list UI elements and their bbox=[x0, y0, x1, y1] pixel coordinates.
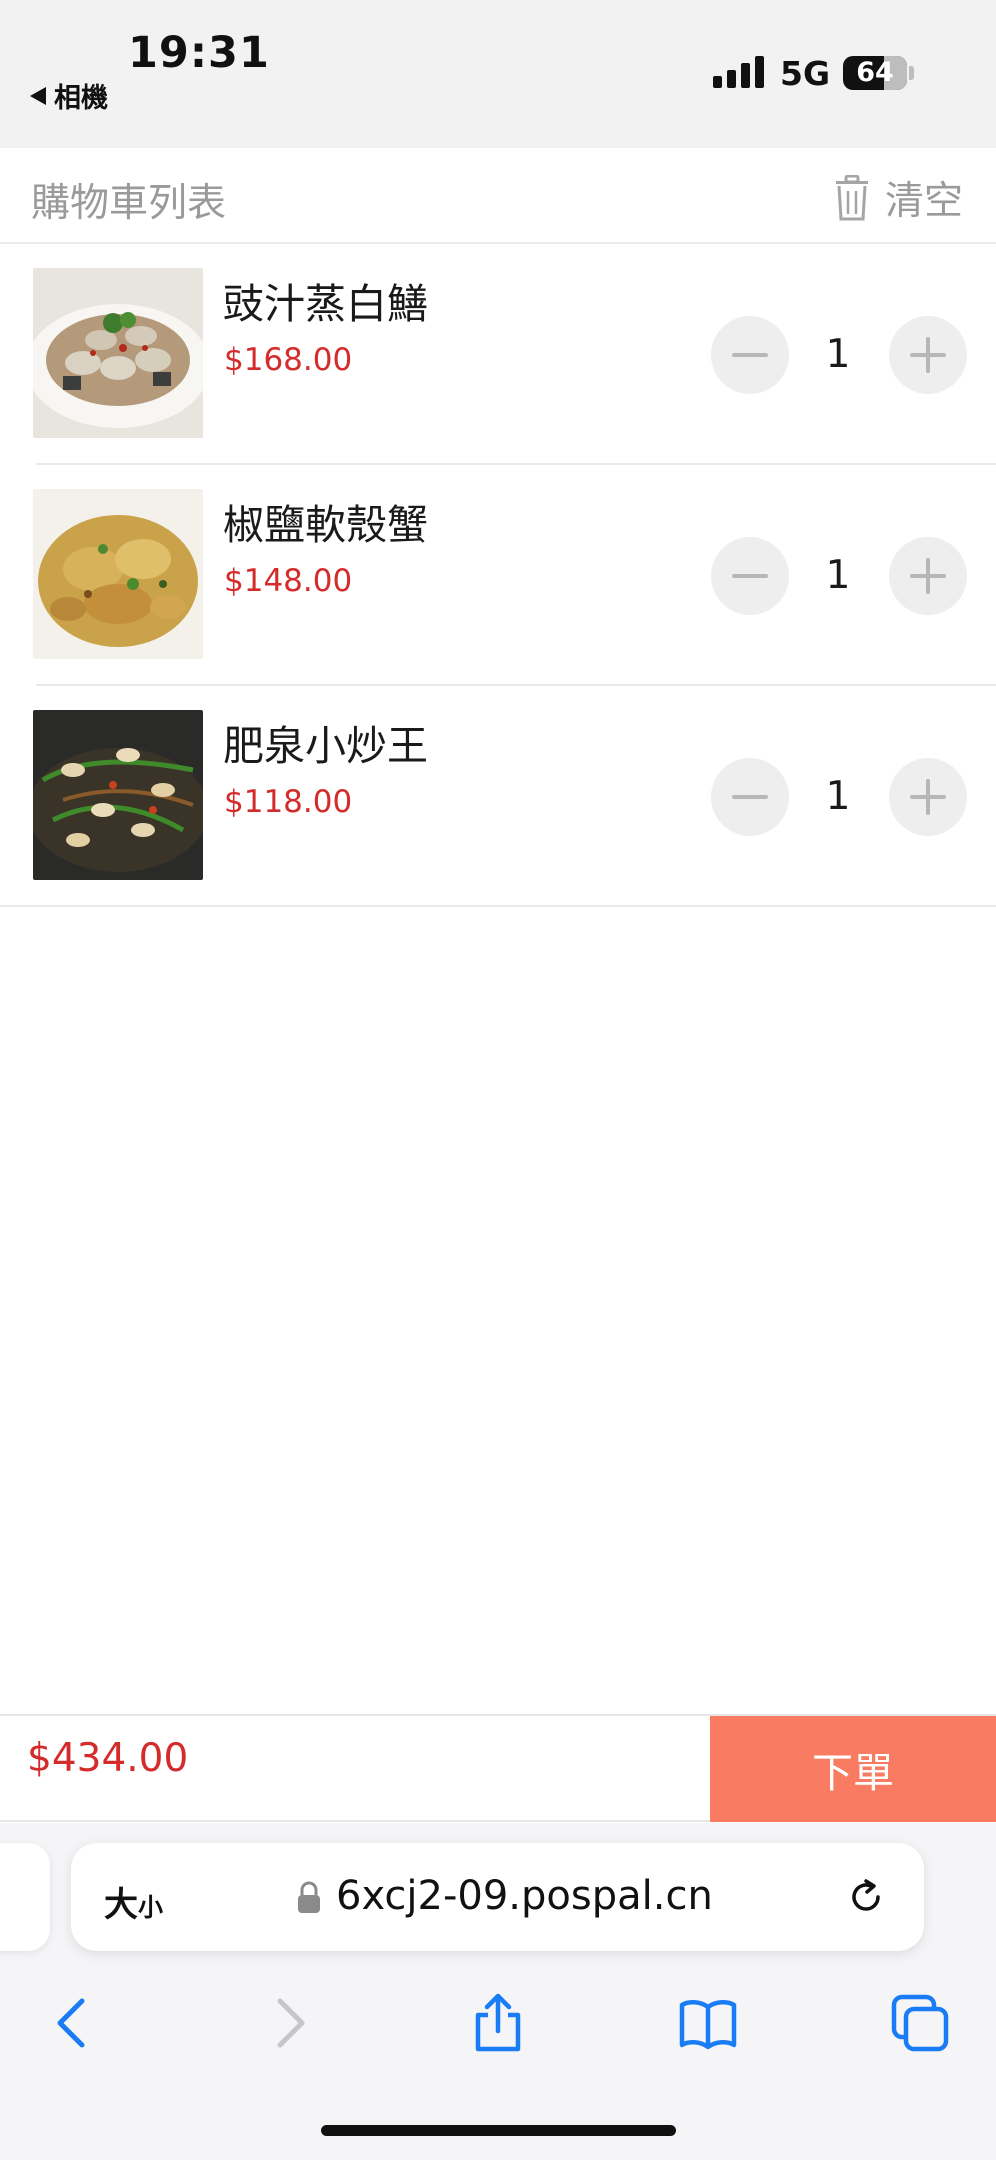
increase-quantity-button[interactable] bbox=[889, 316, 967, 394]
decrease-quantity-button[interactable] bbox=[711, 758, 789, 836]
cart-item: 椒鹽軟殼蟹 $148.00 1 bbox=[0, 465, 996, 686]
status-bar: 19:31 相機 5G 64 bbox=[0, 0, 996, 148]
increase-quantity-button[interactable] bbox=[889, 537, 967, 615]
item-name: 肥泉小炒王 bbox=[223, 722, 428, 770]
decrease-quantity-button[interactable] bbox=[711, 316, 789, 394]
chevron-right-icon[interactable] bbox=[258, 1993, 318, 2053]
cart-list: 豉汁蒸白鱔 $168.00 1 椒鹽軟殼蟹 $148.00 1 肥泉小炒王 $1… bbox=[0, 244, 996, 907]
address-bar[interactable]: 大小 6xcj2-09.pospal.cn bbox=[71, 1843, 924, 1951]
place-order-button[interactable]: 下單 bbox=[710, 1716, 996, 1822]
cart-header: 購物車列表 清空 bbox=[0, 148, 996, 244]
page-title: 購物車列表 bbox=[31, 181, 227, 226]
battery-level: 64 bbox=[856, 57, 894, 88]
tabs-icon[interactable] bbox=[890, 1993, 950, 2053]
network-type: 5G bbox=[780, 54, 831, 93]
previous-tab-peek[interactable] bbox=[0, 1843, 50, 1951]
item-price: $148.00 bbox=[224, 563, 353, 599]
url-text: 6xcj2-09.pospal.cn bbox=[336, 1873, 713, 1919]
lock-icon bbox=[298, 1881, 320, 1913]
item-price: $168.00 bbox=[224, 342, 353, 378]
cart-item: 豉汁蒸白鱔 $168.00 1 bbox=[0, 244, 996, 465]
cellular-signal-icon bbox=[713, 56, 764, 88]
steamed-eel-dish-image[interactable] bbox=[33, 268, 203, 438]
battery-icon: 64 bbox=[843, 56, 907, 90]
battery-tip bbox=[909, 66, 914, 80]
checkout-bar: $434.00 下單 bbox=[0, 1714, 996, 1822]
increase-quantity-button[interactable] bbox=[889, 758, 967, 836]
minus-icon bbox=[732, 795, 768, 799]
item-quantity: 1 bbox=[825, 774, 851, 819]
book-icon[interactable] bbox=[678, 1993, 738, 2053]
item-quantity: 1 bbox=[825, 332, 851, 377]
clear-cart-button[interactable]: 清空 bbox=[833, 170, 963, 226]
browser-chrome: 大小 6xcj2-09.pospal.cn bbox=[0, 1823, 996, 2160]
item-price: $118.00 bbox=[224, 784, 353, 820]
item-name: 椒鹽軟殼蟹 bbox=[223, 501, 428, 549]
cart-total: $434.00 bbox=[27, 1736, 189, 1781]
back-to-app-link[interactable]: 相機 bbox=[30, 76, 108, 115]
decrease-quantity-button[interactable] bbox=[711, 537, 789, 615]
reload-icon[interactable] bbox=[844, 1875, 888, 1919]
cart-item: 肥泉小炒王 $118.00 1 bbox=[0, 686, 996, 907]
status-time: 19:31 bbox=[128, 28, 270, 78]
back-triangle-icon bbox=[30, 86, 46, 105]
item-name: 豉汁蒸白鱔 bbox=[223, 280, 428, 328]
text-size-button[interactable]: 大小 bbox=[104, 1877, 163, 1926]
stir-fry-cashew-dish-image[interactable] bbox=[33, 710, 203, 880]
item-quantity: 1 bbox=[825, 553, 851, 598]
chevron-left-icon[interactable] bbox=[44, 1993, 104, 2053]
minus-icon bbox=[732, 574, 768, 578]
home-indicator bbox=[321, 2125, 676, 2136]
minus-icon bbox=[732, 353, 768, 357]
fried-soft-shell-crab-dish-image[interactable] bbox=[33, 489, 203, 659]
clear-label: 清空 bbox=[884, 179, 963, 224]
trash-icon bbox=[835, 175, 868, 221]
back-app-label: 相機 bbox=[54, 83, 108, 114]
browser-toolbar bbox=[0, 1983, 996, 2073]
share-icon[interactable] bbox=[468, 1993, 528, 2053]
